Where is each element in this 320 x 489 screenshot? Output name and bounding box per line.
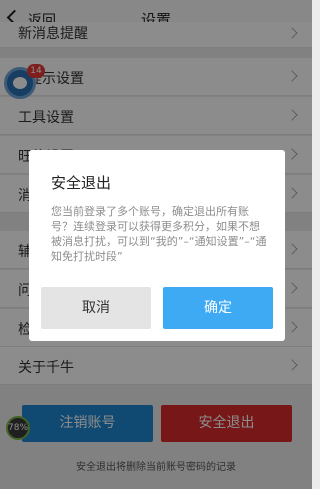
safe-exit-dialog: 安全退出 您当前登录了多个账号，确定退出所有账号？连续登录可以获得更多积分，如果… [29, 150, 285, 341]
confirm-button[interactable]: 确定 [163, 287, 273, 329]
dialog-title: 安全退出 [51, 174, 112, 192]
dialog-message: 您当前登录了多个账号，确定退出所有账号？连续登录可以获得更多积分，如果不想被消息… [51, 205, 267, 263]
cancel-button[interactable]: 取消 [41, 287, 151, 329]
